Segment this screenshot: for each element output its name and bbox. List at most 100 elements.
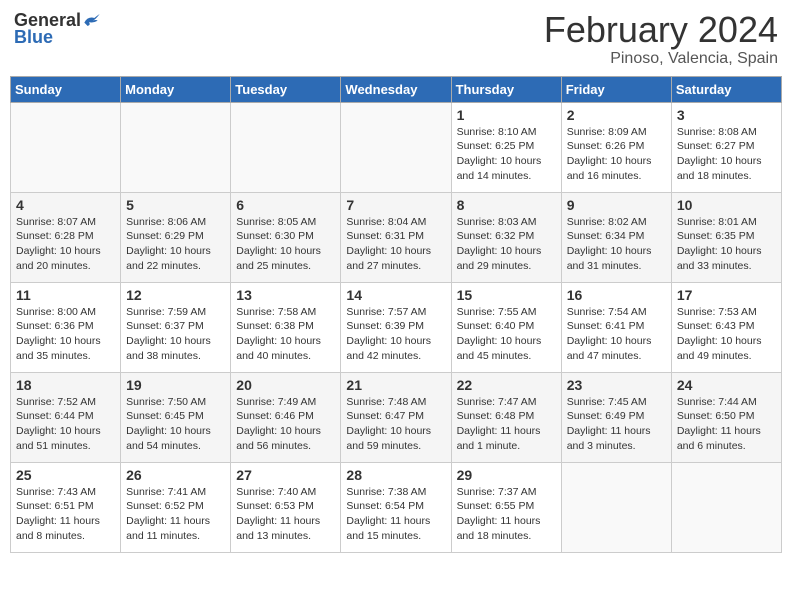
day-info: Sunrise: 8:04 AMSunset: 6:31 PMDaylight:…: [346, 215, 445, 274]
logo-block: General Blue: [14, 10, 101, 48]
day-number: 29: [457, 467, 556, 483]
calendar-cell: 17 Sunrise: 7:53 AMSunset: 6:43 PMDayligh…: [671, 282, 781, 372]
day-number: 12: [126, 287, 225, 303]
day-info: Sunrise: 7:59 AMSunset: 6:37 PMDaylight:…: [126, 305, 225, 364]
calendar-cell: [11, 102, 121, 192]
day-info: Sunrise: 7:43 AMSunset: 6:51 PMDaylight:…: [16, 485, 115, 544]
day-info: Sunrise: 8:02 AMSunset: 6:34 PMDaylight:…: [567, 215, 666, 274]
header-row: SundayMondayTuesdayWednesdayThursdayFrid…: [11, 76, 782, 102]
day-number: 22: [457, 377, 556, 393]
day-info: Sunrise: 7:38 AMSunset: 6:54 PMDaylight:…: [346, 485, 445, 544]
calendar-cell: [121, 102, 231, 192]
calendar-cell: 10Sunrise: 8:01 AMSunset: 6:35 PMDayligh…: [671, 192, 781, 282]
day-info: Sunrise: 7:44 AMSunset: 6:50 PMDaylight:…: [677, 395, 776, 454]
calendar-cell: 27 Sunrise: 7:40 AMSunset: 6:53 PMDayligh…: [231, 462, 341, 552]
calendar-cell: 22Sunrise: 7:47 AMSunset: 6:48 PMDayligh…: [451, 372, 561, 462]
header-wednesday: Wednesday: [341, 76, 451, 102]
calendar-table: SundayMondayTuesdayWednesdayThursdayFrid…: [10, 76, 782, 553]
calendar-cell: 28 Sunrise: 7:38 AMSunset: 6:54 PMDayligh…: [341, 462, 451, 552]
day-number: 2: [567, 107, 666, 123]
day-info: Sunrise: 8:08 AMSunset: 6:27 PMDaylight:…: [677, 125, 776, 184]
day-info: Sunrise: 8:09 AMSunset: 6:26 PMDaylight:…: [567, 125, 666, 184]
day-info: Sunrise: 7:50 AMSunset: 6:45 PMDaylight:…: [126, 395, 225, 454]
calendar-cell: 23 Sunrise: 7:45 AMSunset: 6:49 PMDayligh…: [561, 372, 671, 462]
location-title: Pinoso, Valencia, Spain: [544, 50, 778, 68]
calendar-cell: [341, 102, 451, 192]
header-sunday: Sunday: [11, 76, 121, 102]
day-info: Sunrise: 7:40 AMSunset: 6:53 PMDaylight:…: [236, 485, 335, 544]
day-number: 9: [567, 197, 666, 213]
calendar-cell: 9 Sunrise: 8:02 AMSunset: 6:34 PMDaylight…: [561, 192, 671, 282]
calendar-cell: [231, 102, 341, 192]
calendar-cell: 18Sunrise: 7:52 AMSunset: 6:44 PMDayligh…: [11, 372, 121, 462]
calendar-cell: [671, 462, 781, 552]
day-number: 21: [346, 377, 445, 393]
calendar-cell: 15 Sunrise: 7:55 AMSunset: 6:40 PMDayligh…: [451, 282, 561, 372]
calendar-cell: 7 Sunrise: 8:04 AMSunset: 6:31 PMDaylight…: [341, 192, 451, 282]
week-row-4: 18Sunrise: 7:52 AMSunset: 6:44 PMDayligh…: [11, 372, 782, 462]
day-number: 7: [346, 197, 445, 213]
week-row-5: 25 Sunrise: 7:43 AMSunset: 6:51 PMDayligh…: [11, 462, 782, 552]
day-info: Sunrise: 7:48 AMSunset: 6:47 PMDaylight:…: [346, 395, 445, 454]
day-number: 3: [677, 107, 776, 123]
day-number: 15: [457, 287, 556, 303]
day-info: Sunrise: 7:49 AMSunset: 6:46 PMDaylight:…: [236, 395, 335, 454]
header-thursday: Thursday: [451, 76, 561, 102]
day-number: 18: [16, 377, 115, 393]
day-info: Sunrise: 8:05 AMSunset: 6:30 PMDaylight:…: [236, 215, 335, 274]
day-info: Sunrise: 8:03 AMSunset: 6:32 PMDaylight:…: [457, 215, 556, 274]
day-info: Sunrise: 7:41 AMSunset: 6:52 PMDaylight:…: [126, 485, 225, 544]
day-info: Sunrise: 8:10 AMSunset: 6:25 PMDaylight:…: [457, 125, 556, 184]
calendar-cell: 4Sunrise: 8:07 AMSunset: 6:28 PMDaylight…: [11, 192, 121, 282]
day-info: Sunrise: 7:53 AMSunset: 6:43 PMDaylight:…: [677, 305, 776, 364]
calendar-cell: [561, 462, 671, 552]
day-number: 25: [16, 467, 115, 483]
day-number: 11: [16, 287, 115, 303]
month-title: February 2024: [544, 10, 778, 50]
day-number: 13: [236, 287, 335, 303]
week-row-1: 1Sunrise: 8:10 AMSunset: 6:25 PMDaylight…: [11, 102, 782, 192]
header-friday: Friday: [561, 76, 671, 102]
day-info: Sunrise: 8:01 AMSunset: 6:35 PMDaylight:…: [677, 215, 776, 274]
header-saturday: Saturday: [671, 76, 781, 102]
calendar-cell: 3 Sunrise: 8:08 AMSunset: 6:27 PMDaylight…: [671, 102, 781, 192]
day-number: 27: [236, 467, 335, 483]
day-number: 17: [677, 287, 776, 303]
title-block: February 2024 Pinoso, Valencia, Spain: [544, 10, 778, 68]
day-number: 28: [346, 467, 445, 483]
calendar-cell: 13 Sunrise: 7:58 AMSunset: 6:38 PMDayligh…: [231, 282, 341, 372]
calendar-cell: 19 Sunrise: 7:50 AMSunset: 6:45 PMDayligh…: [121, 372, 231, 462]
calendar-cell: 6 Sunrise: 8:05 AMSunset: 6:30 PMDaylight…: [231, 192, 341, 282]
calendar-cell: 11Sunrise: 8:00 AMSunset: 6:36 PMDayligh…: [11, 282, 121, 372]
calendar-cell: 24Sunrise: 7:44 AMSunset: 6:50 PMDayligh…: [671, 372, 781, 462]
day-number: 4: [16, 197, 115, 213]
logo-bird-icon: [81, 11, 101, 31]
week-row-3: 11Sunrise: 8:00 AMSunset: 6:36 PMDayligh…: [11, 282, 782, 372]
calendar-cell: 25 Sunrise: 7:43 AMSunset: 6:51 PMDayligh…: [11, 462, 121, 552]
day-info: Sunrise: 7:57 AMSunset: 6:39 PMDaylight:…: [346, 305, 445, 364]
day-number: 16: [567, 287, 666, 303]
week-row-2: 4Sunrise: 8:07 AMSunset: 6:28 PMDaylight…: [11, 192, 782, 282]
day-info: Sunrise: 7:37 AMSunset: 6:55 PMDaylight:…: [457, 485, 556, 544]
day-info: Sunrise: 8:06 AMSunset: 6:29 PMDaylight:…: [126, 215, 225, 274]
day-number: 20: [236, 377, 335, 393]
calendar-cell: 14 Sunrise: 7:57 AMSunset: 6:39 PMDayligh…: [341, 282, 451, 372]
page-header: General Blue February 2024 Pinoso, Valen…: [10, 10, 782, 68]
calendar-cell: 26Sunrise: 7:41 AMSunset: 6:52 PMDayligh…: [121, 462, 231, 552]
day-number: 14: [346, 287, 445, 303]
header-monday: Monday: [121, 76, 231, 102]
day-info: Sunrise: 7:58 AMSunset: 6:38 PMDaylight:…: [236, 305, 335, 364]
day-info: Sunrise: 7:55 AMSunset: 6:40 PMDaylight:…: [457, 305, 556, 364]
day-info: Sunrise: 7:45 AMSunset: 6:49 PMDaylight:…: [567, 395, 666, 454]
day-number: 6: [236, 197, 335, 213]
calendar-cell: 2 Sunrise: 8:09 AMSunset: 6:26 PMDaylight…: [561, 102, 671, 192]
calendar-cell: 16Sunrise: 7:54 AMSunset: 6:41 PMDayligh…: [561, 282, 671, 372]
day-number: 19: [126, 377, 225, 393]
calendar-cell: 12 Sunrise: 7:59 AMSunset: 6:37 PMDayligh…: [121, 282, 231, 372]
day-number: 23: [567, 377, 666, 393]
logo: General Blue: [14, 10, 101, 48]
day-number: 8: [457, 197, 556, 213]
calendar-cell: 20 Sunrise: 7:49 AMSunset: 6:46 PMDayligh…: [231, 372, 341, 462]
calendar-cell: 8 Sunrise: 8:03 AMSunset: 6:32 PMDaylight…: [451, 192, 561, 282]
calendar-cell: 5Sunrise: 8:06 AMSunset: 6:29 PMDaylight…: [121, 192, 231, 282]
